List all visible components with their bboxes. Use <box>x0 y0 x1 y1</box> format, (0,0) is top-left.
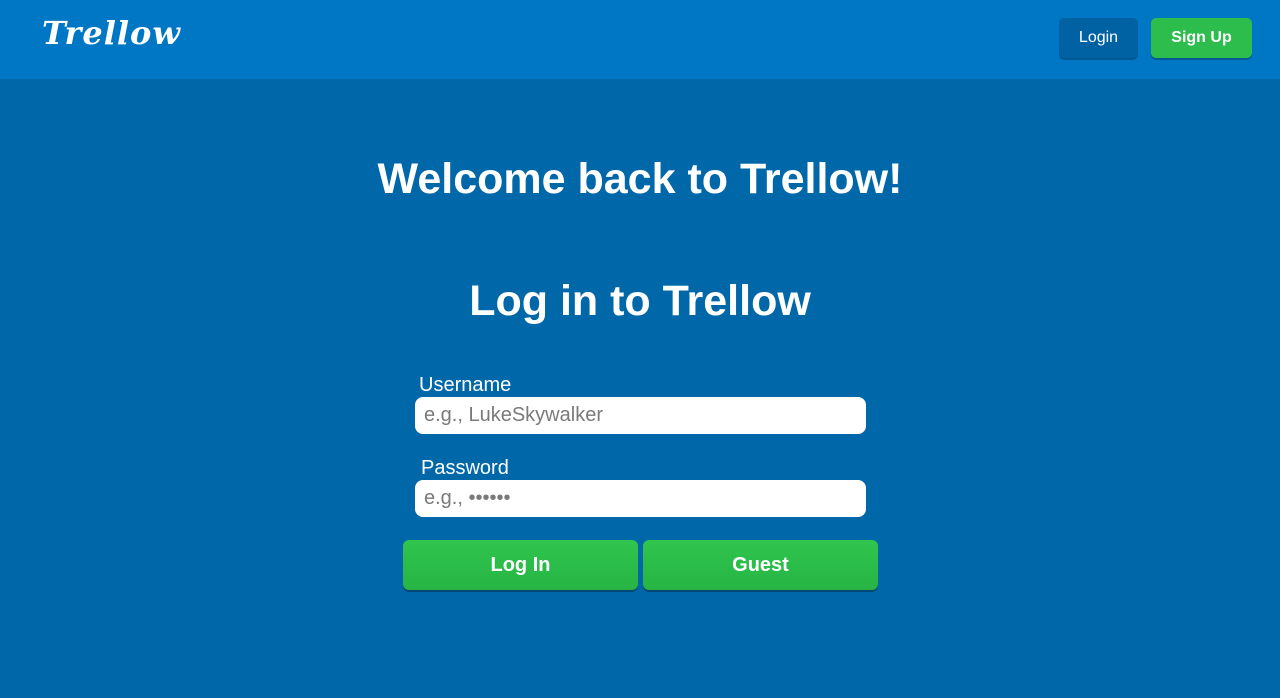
username-input[interactable] <box>415 397 866 434</box>
password-label: Password <box>421 457 509 479</box>
password-input[interactable] <box>415 480 866 517</box>
username-label: Username <box>419 374 512 396</box>
nav-login-button[interactable]: Login <box>1059 18 1138 58</box>
top-navbar: Trellow Login Sign Up <box>0 0 1280 79</box>
guest-button[interactable]: Guest <box>643 540 878 590</box>
login-form-title: Log in to Trellow <box>469 277 811 325</box>
nav-signup-button[interactable]: Sign Up <box>1151 18 1252 58</box>
log-in-button[interactable]: Log In <box>403 540 638 590</box>
welcome-heading: Welcome back to Trellow! <box>377 155 903 203</box>
trellow-logo[interactable]: Trellow <box>42 14 181 52</box>
